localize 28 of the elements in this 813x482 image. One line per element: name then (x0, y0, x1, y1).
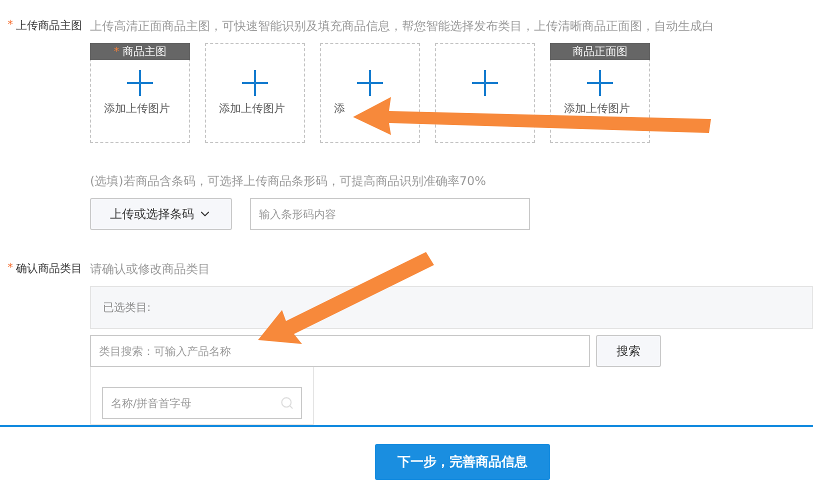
category-hint: 请确认或修改商品类目 (90, 261, 211, 278)
slot-label: 添加上传图片 (564, 101, 630, 116)
slot-header: 商品正面图 (550, 43, 650, 60)
plus-icon (472, 70, 498, 96)
required-mark: * (8, 18, 13, 33)
slot-label: 添 (334, 101, 345, 116)
image-upload-slot[interactable]: 添加上传图片 (205, 43, 305, 143)
category-filter-field[interactable]: 名称/拼音首字母 (102, 387, 302, 419)
upload-hint: 上传高清正面商品主图，可快速智能识别及填充商品信息，帮您智能选择发布类目，上传清晰商品正面图，自动生成白 (90, 18, 715, 35)
selected-category-label: 已选类目: (103, 300, 151, 315)
plus-icon (242, 70, 268, 96)
next-step-button[interactable]: 下一步，完善商品信息 (375, 444, 550, 480)
slot-label: 添加上传图片 (219, 101, 285, 116)
slot-header: * 商品主图 (90, 43, 190, 60)
image-upload-slot[interactable]: * 商品主图 添加上传图片 (90, 43, 190, 143)
field-label: 上传商品主图 (16, 18, 82, 33)
category-search-input[interactable]: 类目搜索：可输入产品名称 (90, 335, 590, 367)
plus-icon (357, 70, 383, 96)
plus-icon (587, 70, 613, 96)
barcode-hint: (选填)若商品含条码，可选择上传商品条形码，可提高商品识别准确率70% (90, 173, 488, 190)
plus-icon (127, 70, 153, 96)
field-label: 确认商品类目 (16, 261, 82, 276)
barcode-dropdown-button[interactable]: 上传或选择条码 (90, 198, 232, 230)
barcode-input[interactable]: 输入条形码内容 (250, 198, 530, 230)
required-mark: * (8, 261, 13, 276)
search-button[interactable]: 搜索 (596, 335, 661, 367)
slot-label: 添加上传图片 (104, 101, 170, 116)
search-icon (280, 396, 294, 410)
